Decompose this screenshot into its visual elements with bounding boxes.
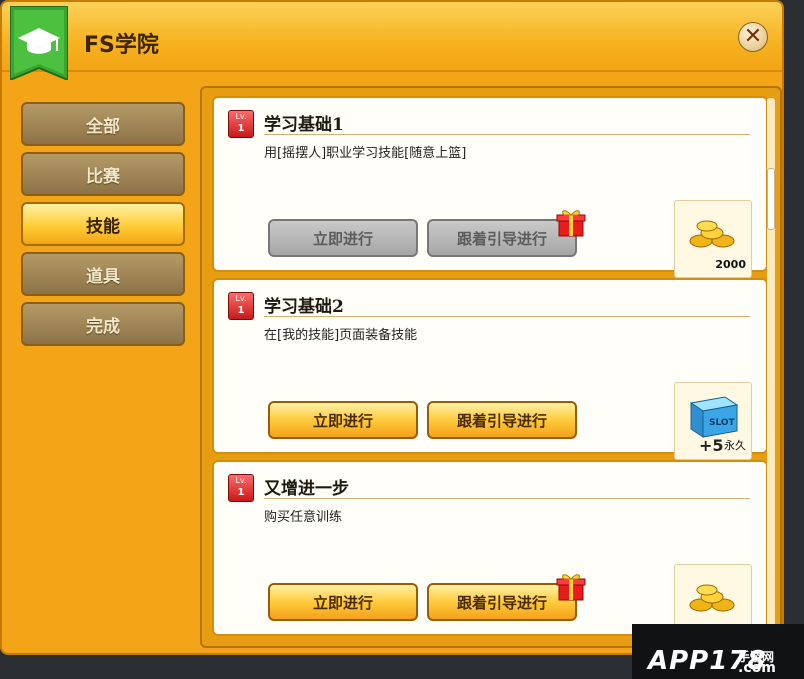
level-badge: Lv. 1 [228,110,254,138]
close-button[interactable]: ✕ [738,22,768,52]
coins-icon [689,220,735,248]
slot-label: SLOT [709,418,736,428]
quest-card: Lv. 1 学习基础1 用[摇摆人]职业学习技能[随意上篮] 立即进行 跟着引导… [212,96,768,278]
tab-items[interactable]: 道具 [21,252,185,296]
follow-guide-button[interactable]: 跟着引导进行 [427,219,577,257]
coins-icon [689,584,735,612]
watermark: APP178 手游网 .com [632,624,804,679]
title-bar: FS学院 ✕ [2,2,782,80]
reward-slot: SLOT +5 永久 [674,382,752,460]
watermark-domain: .com [738,660,776,676]
close-icon: ✕ [743,24,763,49]
window-title: FS学院 [84,33,159,58]
divider [264,316,750,317]
quest-title: 学习基础1 [264,115,344,135]
tab-all[interactable]: 全部 [21,102,185,146]
gift-icon [556,574,586,601]
quest-description: 用[摇摆人]职业学习技能[随意上篮] [264,146,467,161]
scroll-thumb[interactable] [767,168,775,230]
slot-box-icon: SLOT [689,396,739,438]
quest-list: Lv. 1 学习基础1 用[摇摆人]职业学习技能[随意上篮] 立即进行 跟着引导… [200,86,782,648]
level-badge: Lv. 1 [228,474,254,502]
start-now-button[interactable]: 立即进行 [268,219,418,257]
quest-card: Lv. 1 学习基础2 在[我的技能]页面装备技能 立即进行 跟着引导进行 SL… [212,278,768,460]
level-number: 1 [237,305,245,316]
gift-icon [556,210,586,237]
level-number: 1 [237,123,245,134]
level-badge: Lv. 1 [228,292,254,320]
start-now-button[interactable]: 立即进行 [268,583,418,621]
tab-completed[interactable]: 完成 [21,302,185,346]
level-prefix: Lv. [235,112,247,121]
tab-skills[interactable]: 技能 [21,202,185,246]
quest-title: 学习基础2 [264,297,344,317]
category-sidebar: 全部 比赛 技能 道具 完成 [21,102,185,352]
level-prefix: Lv. [235,294,247,303]
fs-academy-window: FS学院 ✕ 全部 比赛 技能 道具 完成 Lv. 1 学习基础1 用[摇摆人]… [0,0,784,655]
level-number: 1 [237,487,245,498]
reward-slot: 2000 [674,200,752,278]
graduation-cap-icon [10,6,68,80]
reward-quantity: +5 [699,436,724,455]
start-now-button[interactable]: 立即进行 [268,401,418,439]
reward-duration: 永久 [724,439,746,452]
quest-description: 在[我的技能]页面装备技能 [264,328,418,343]
quest-description: 购买任意训练 [264,510,343,525]
tab-competition[interactable]: 比赛 [21,152,185,196]
scrollbar[interactable] [767,98,775,638]
quest-title: 又增进一步 [264,479,349,499]
follow-guide-button[interactable]: 跟着引导进行 [427,401,577,439]
level-prefix: Lv. [235,476,247,485]
follow-guide-button[interactable]: 跟着引导进行 [427,583,577,621]
quest-card: Lv. 1 又增进一步 购买任意训练 立即进行 跟着引导进行 [212,460,768,642]
reward-amount: 2000 [715,258,746,271]
divider [264,498,750,499]
divider [264,134,750,135]
